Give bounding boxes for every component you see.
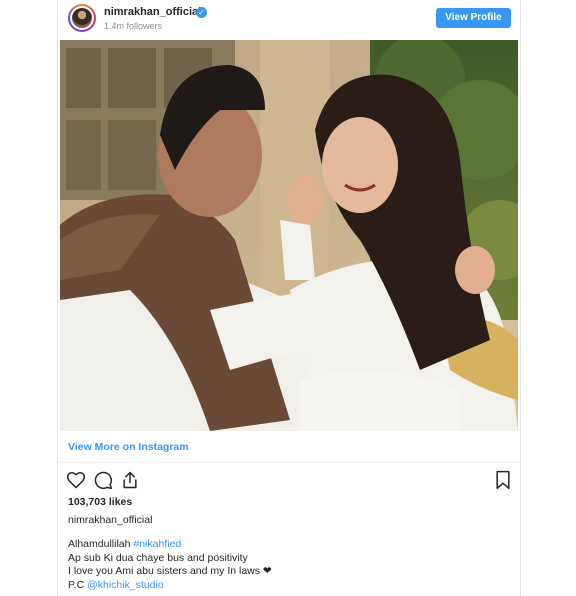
avatar[interactable] <box>68 4 96 32</box>
verified-badge-icon: ✓ <box>196 7 207 18</box>
view-profile-button[interactable]: View Profile <box>436 8 511 28</box>
comment-icon[interactable] <box>93 470 113 490</box>
caption-line-2: Ap sub Ki dua chaye bus and positivity <box>68 551 248 564</box>
post-header: nimrakhan_official ✓ 1.4m followers View… <box>58 0 520 38</box>
caption-username[interactable]: nimrakhan_official <box>68 514 152 526</box>
share-icon[interactable] <box>120 470 140 490</box>
view-more-on-instagram-link[interactable]: View More on Instagram <box>68 441 189 453</box>
caption-line-3: I love you Ami abu sisters and my In law… <box>68 565 272 577</box>
instagram-embed-card: nimrakhan_official ✓ 1.4m followers View… <box>57 0 521 596</box>
post-photo[interactable] <box>60 40 518 431</box>
likes-count[interactable]: 103,703 likes <box>68 496 132 508</box>
heart-icon[interactable] <box>66 470 86 490</box>
avatar-image <box>72 8 92 28</box>
mention-link[interactable]: @khichik_studio <box>87 579 164 591</box>
heart-emoji-icon: ❤ <box>262 565 272 577</box>
divider <box>58 462 520 463</box>
post-photo-illustration <box>60 40 518 431</box>
hashtag-link[interactable]: #nikahfied <box>133 538 181 550</box>
caption-line-4: P.C @khichik_studio <box>68 578 164 591</box>
caption-line-1: Alhamdullilah #nikahfied <box>68 538 182 550</box>
username[interactable]: nimrakhan_official <box>104 6 201 18</box>
bookmark-icon[interactable] <box>494 470 512 490</box>
followers-count: 1.4m followers <box>104 21 163 31</box>
post-caption: Alhamdullilah #nikahfied Ap sub Ki dua c… <box>68 538 272 592</box>
